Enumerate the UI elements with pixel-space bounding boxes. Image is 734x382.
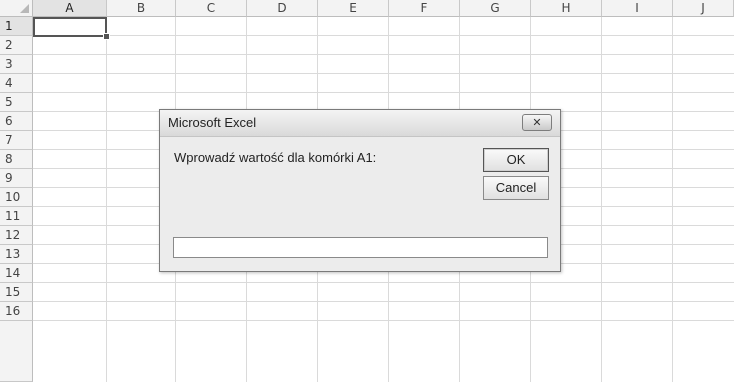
row-header-5[interactable]: 5 <box>0 93 33 112</box>
column-header-d[interactable]: D <box>247 0 318 17</box>
ok-button[interactable]: OK <box>483 148 549 172</box>
close-icon[interactable]: ✕ <box>522 114 552 131</box>
gridline-horizontal <box>33 282 734 283</box>
row-header-filler <box>0 321 33 382</box>
column-header-f[interactable]: F <box>389 0 460 17</box>
row-header-14[interactable]: 14 <box>0 264 33 283</box>
column-header-a[interactable]: A <box>33 0 107 17</box>
gridline-horizontal <box>33 301 734 302</box>
fill-handle[interactable] <box>103 33 110 40</box>
input-dialog: Microsoft Excel ✕ Wprowadź wartość dla k… <box>159 109 561 272</box>
column-header-j[interactable]: J <box>673 0 734 17</box>
select-all-triangle-icon <box>20 4 29 13</box>
row-header-9[interactable]: 9 <box>0 169 33 188</box>
column-header-b[interactable]: B <box>107 0 176 17</box>
dialog-prompt: Wprowadź wartość dla komórki A1: <box>174 150 377 165</box>
row-header-1[interactable]: 1 <box>0 17 33 36</box>
row-header-16[interactable]: 16 <box>0 302 33 321</box>
value-input[interactable] <box>173 237 548 258</box>
row-header-11[interactable]: 11 <box>0 207 33 226</box>
row-header-7[interactable]: 7 <box>0 131 33 150</box>
row-header-10[interactable]: 10 <box>0 188 33 207</box>
active-cell-a1[interactable] <box>33 17 107 37</box>
gridline-vertical <box>672 17 673 382</box>
gridline-horizontal <box>33 54 734 55</box>
column-header-e[interactable]: E <box>318 0 389 17</box>
column-header-g[interactable]: G <box>460 0 531 17</box>
gridline-horizontal <box>33 320 734 321</box>
column-header-h[interactable]: H <box>531 0 602 17</box>
row-header-6[interactable]: 6 <box>0 112 33 131</box>
row-header-12[interactable]: 12 <box>0 226 33 245</box>
dialog-titlebar[interactable]: Microsoft Excel ✕ <box>160 110 560 137</box>
gridline-vertical <box>106 17 107 382</box>
column-header-c[interactable]: C <box>176 0 247 17</box>
row-header-13[interactable]: 13 <box>0 245 33 264</box>
row-header-2[interactable]: 2 <box>0 36 33 55</box>
gridline-horizontal <box>33 92 734 93</box>
gridline-horizontal <box>33 35 734 36</box>
row-header-15[interactable]: 15 <box>0 283 33 302</box>
gridline-vertical <box>601 17 602 382</box>
row-header-3[interactable]: 3 <box>0 55 33 74</box>
row-header-4[interactable]: 4 <box>0 74 33 93</box>
select-all-corner[interactable] <box>0 0 33 17</box>
column-header-i[interactable]: I <box>602 0 673 17</box>
row-header-8[interactable]: 8 <box>0 150 33 169</box>
gridline-horizontal <box>33 73 734 74</box>
cancel-button[interactable]: Cancel <box>483 176 549 200</box>
dialog-title: Microsoft Excel <box>168 115 257 130</box>
